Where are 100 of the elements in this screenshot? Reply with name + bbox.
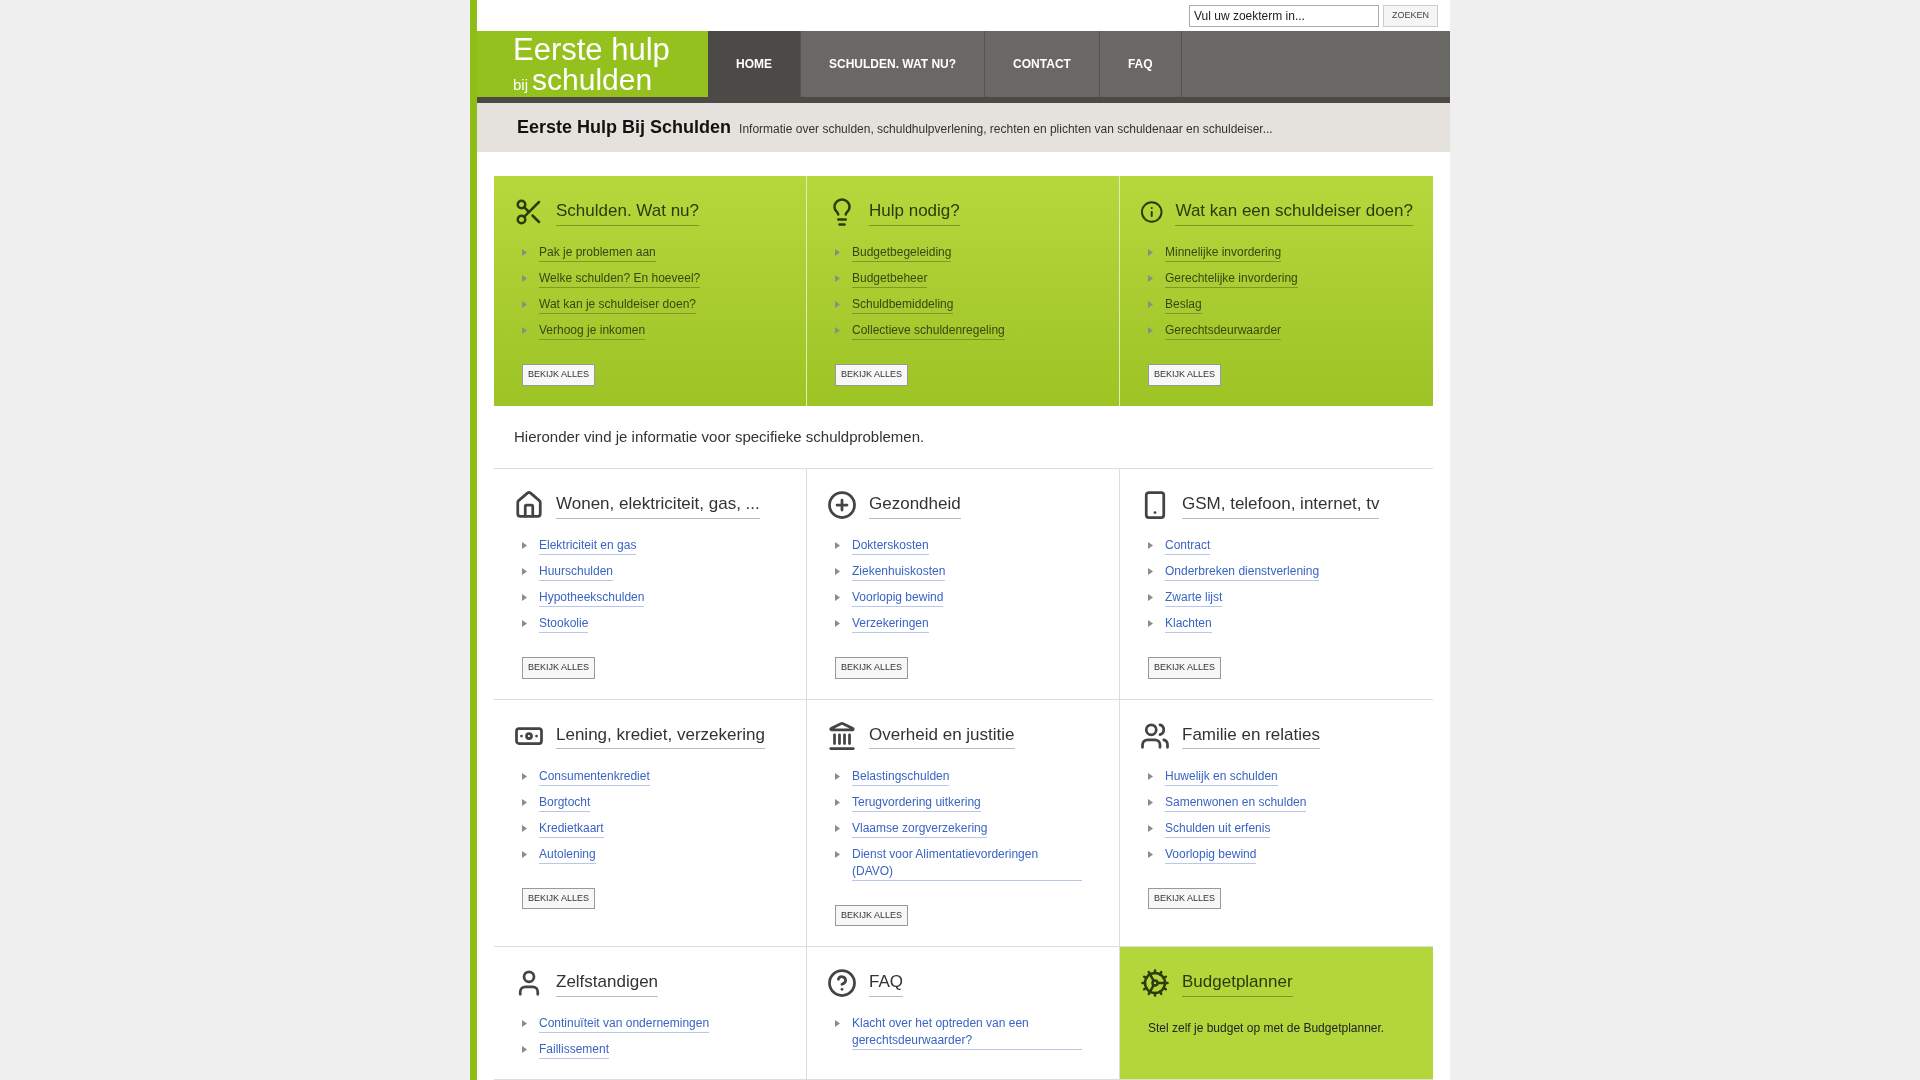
bullet-icon [1148,772,1153,780]
plus-circle-icon [827,490,857,520]
section-link[interactable]: Autolening [539,845,596,864]
bullet-icon [1148,301,1153,308]
bullet-icon [835,327,840,334]
section-title-link[interactable]: Familie en relaties [1182,721,1320,750]
section-link[interactable]: Vlaamse zorgverzekering [852,819,988,838]
section-title-link[interactable]: Budgetplanner [1182,969,1293,997]
section-link[interactable]: Dienst voor Alimentatievorderingen (DAVO) [852,845,1082,881]
bullet-icon [835,798,840,806]
search-field[interactable]: Vul uw zoekterm in... [1189,4,1379,27]
section-title-link[interactable]: GSM, telefoon, internet, tv [1182,491,1380,519]
bullet-icon [522,798,527,806]
bullet-icon [1148,798,1153,806]
section-link[interactable]: Borgtocht [539,793,591,812]
section-link[interactable]: Klacht over het optreden van een gerechtsdeurwaarder? [852,1015,1082,1050]
section-title-link[interactable]: Gezondheid [869,491,961,519]
intro-text: Hieronder vind je informatie voor specifieke schuldproblemen. [494,405,1433,469]
bullet-icon [835,594,840,601]
nav-tab[interactable]: HOME [708,31,801,97]
promo-text: Stel zelf je budget op met de Budgetplanner. [1148,1020,1386,1037]
section-link[interactable]: Contract [1165,537,1211,555]
view-all-button[interactable]: BEKIJK ALLES [835,904,909,926]
bullet-icon [522,301,527,308]
section-link[interactable]: Samenwonen en schulden [1165,793,1307,812]
section-link[interactable]: Dokterskosten [852,537,929,555]
section-link[interactable]: Schuldbemiddeling [852,296,954,314]
bullet-icon [522,568,527,575]
section-title-link[interactable]: FAQ [869,969,903,997]
bullet-icon [1148,275,1153,282]
section-link[interactable]: Faillissement [539,1041,610,1059]
section-link[interactable]: Onderbreken dienstverlening [1165,563,1320,581]
section-title-link[interactable]: Wat kan een schuldeiser doen? [1175,198,1413,226]
section-link[interactable]: Wat kan je schuldeiser doen? [539,296,696,314]
view-all-button[interactable]: BEKIJK ALLES [522,657,596,679]
section-link[interactable]: Stookolie [539,615,589,633]
bullet-icon [1148,249,1153,256]
bullet-icon [522,327,527,334]
bullet-icon [835,824,840,832]
bullet-icon [1148,568,1153,575]
family-icon [1140,720,1170,751]
site-title: Eerste Hulp Bij Schulden [517,115,732,139]
section-link[interactable]: Terugvordering uitkering [852,793,981,812]
section-link[interactable]: Budgetbeheer [852,270,928,288]
section-link[interactable]: Kredietkaart [539,819,604,838]
view-all-button[interactable]: BEKIJK ALLES [1148,887,1222,909]
bullet-icon [835,568,840,575]
bullet-icon [835,301,840,308]
bullet-icon [522,249,527,256]
section-link[interactable]: Beslag [1165,296,1202,314]
bullet-icon [1148,850,1153,858]
section-link[interactable]: Consumentenkrediet [539,767,650,786]
section-link[interactable]: Pak je problemen aan [539,244,656,262]
bullet-icon [1148,327,1153,334]
view-all-button[interactable]: BEKIJK ALLES [835,364,909,386]
bullet-icon [835,249,840,256]
section-link[interactable]: Huwelijk en schulden [1165,767,1278,786]
section-link[interactable]: Huurschulden [539,563,614,581]
section-link[interactable]: Voorlopig bewind [852,589,944,607]
section-link[interactable]: Gerechtelijke invordering [1165,270,1298,288]
section-title-link[interactable]: Wonen, elektriciteit, gas, ... [556,491,760,519]
bullet-icon [835,620,840,627]
section-link[interactable]: Belastingschulden [852,767,950,786]
section-title-link[interactable]: Zelfstandigen [556,969,659,997]
section-link[interactable]: Elektriciteit en gas [539,537,637,555]
bullet-icon [1148,594,1153,601]
section-link[interactable]: Voorlopig bewind [1165,845,1257,864]
bullet-icon [1148,620,1153,627]
section-link[interactable]: Hypotheekschulden [539,589,645,607]
bullet-icon [522,1020,527,1027]
section-link[interactable]: Verhoog je inkomen [539,322,646,340]
section-link[interactable]: Verzekeringen [852,615,929,633]
help-icon [827,968,857,998]
section-link[interactable]: Ziekenhuiskosten [852,563,946,581]
gears-icon [1140,968,1170,998]
section-title-link[interactable]: Hulp nodig? [869,198,960,226]
bullet-icon [522,850,527,858]
building-icon [827,720,857,751]
section-link[interactable]: Budgetbegeleiding [852,244,952,262]
section-link[interactable]: Collectieve schuldenregeling [852,322,1005,340]
section-title-link[interactable]: Schulden. Wat nu? [556,198,699,226]
section-link[interactable]: Zwarte lijst [1165,589,1223,607]
section-title-link[interactable]: Overheid en justitie [869,721,1015,750]
section-link[interactable]: Schulden uit erfenis [1165,819,1271,838]
view-all-button[interactable]: BEKIJK ALLES [522,887,596,909]
bullet-icon [522,1046,527,1053]
section-link[interactable]: Welke schulden? En hoeveel? [539,270,701,288]
view-all-button[interactable]: BEKIJK ALLES [1148,364,1222,386]
section-title-link[interactable]: Lening, krediet, verzekering [556,721,765,750]
bullet-icon [1148,542,1153,549]
bullet-icon [522,772,527,780]
view-all-button[interactable]: BEKIJK ALLES [522,364,596,386]
view-all-button[interactable]: BEKIJK ALLES [1148,657,1222,679]
section-link[interactable]: Continuïteit van ondernemingen [539,1015,710,1033]
section-link[interactable]: Minnelijke invordering [1165,244,1282,262]
view-all-button[interactable]: BEKIJK ALLES [835,657,909,679]
search-button[interactable]: ZOEKEN [1383,4,1438,27]
section-link[interactable]: Gerechtsdeurwaarder [1165,322,1282,340]
bullet-icon [522,542,527,549]
section-link[interactable]: Klachten [1165,615,1212,633]
